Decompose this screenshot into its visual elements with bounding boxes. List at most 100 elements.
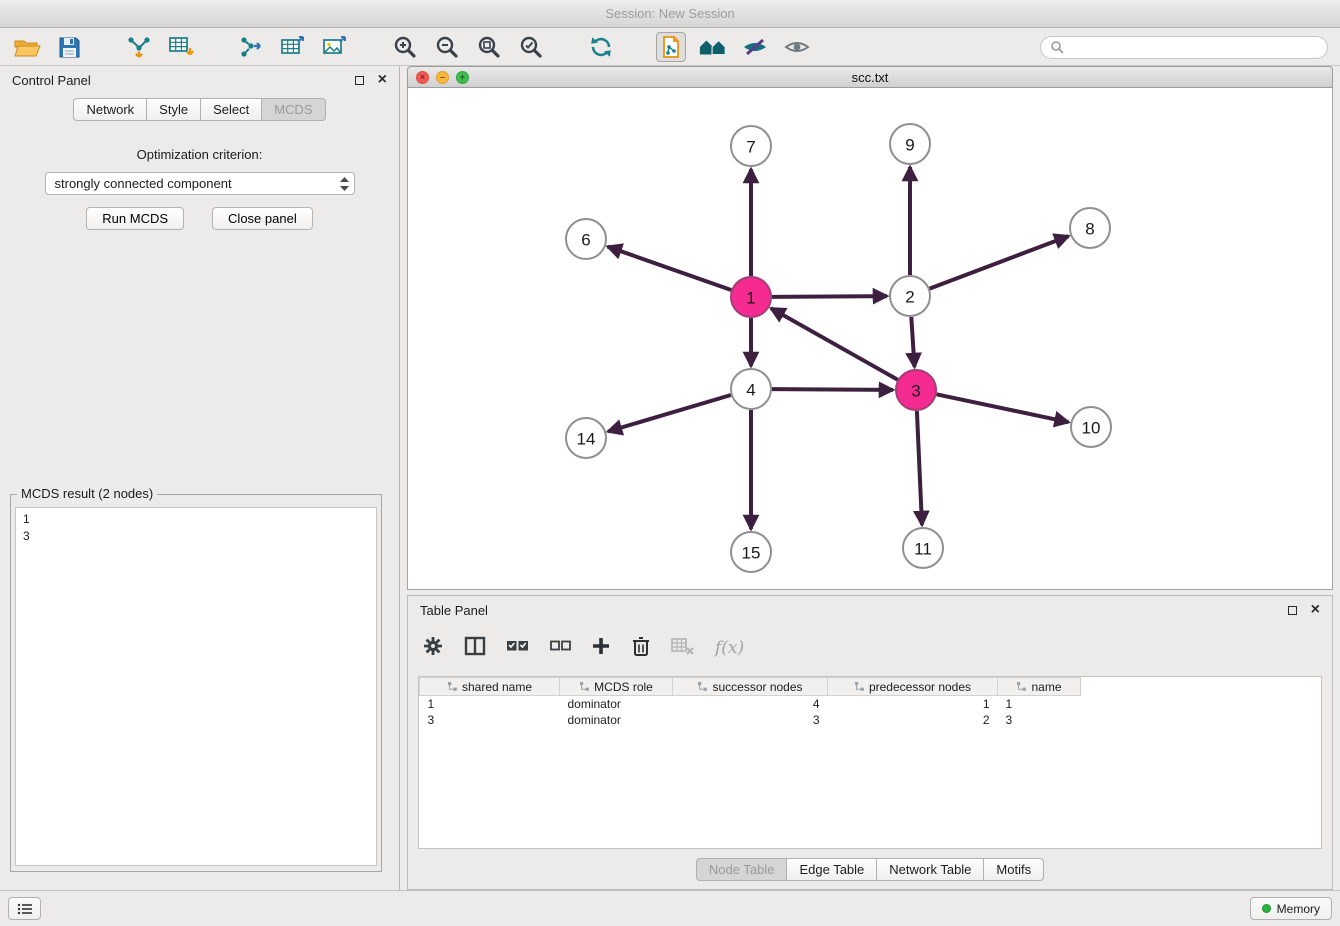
network-window-titlebar[interactable]: × – + scc.txt bbox=[407, 66, 1333, 88]
table-cell[interactable]: dominator bbox=[560, 696, 673, 713]
tab-edge-table[interactable]: Edge Table bbox=[786, 858, 877, 881]
graph-node-label-8: 8 bbox=[1085, 220, 1094, 239]
graph-edge-2-8[interactable] bbox=[930, 236, 1069, 289]
table-cell[interactable]: 3 bbox=[420, 712, 560, 728]
search-box[interactable] bbox=[1040, 36, 1328, 59]
main-toolbar bbox=[0, 29, 1340, 66]
graph-node-label-4: 4 bbox=[746, 381, 755, 400]
table-cell[interactable]: 1 bbox=[998, 696, 1081, 713]
table-cell[interactable]: 2 bbox=[828, 712, 998, 728]
table-cell[interactable]: 4 bbox=[673, 696, 828, 713]
table-cell[interactable]: 3 bbox=[673, 712, 828, 728]
tab-mcds[interactable]: MCDS bbox=[261, 98, 325, 121]
mcds-result-text[interactable]: 13 bbox=[15, 507, 377, 866]
unselect-all-columns-icon[interactable] bbox=[550, 639, 571, 657]
column-header-shared-name[interactable]: shared name bbox=[420, 678, 560, 696]
control-panel-title: Control Panel bbox=[12, 73, 91, 88]
close-window-icon[interactable]: × bbox=[416, 71, 429, 84]
open-folder-icon[interactable] bbox=[12, 32, 42, 62]
close-panel-icon[interactable]: × bbox=[378, 72, 387, 88]
table-cell[interactable]: dominator bbox=[560, 712, 673, 728]
control-panel-header: Control Panel × bbox=[0, 66, 399, 94]
close-panel-button[interactable]: Close panel bbox=[212, 207, 313, 230]
float-window-icon[interactable] bbox=[355, 76, 364, 85]
zoom-out-icon[interactable] bbox=[432, 32, 462, 62]
column-header-predecessor-nodes[interactable]: predecessor nodes bbox=[828, 678, 998, 696]
graph-edge-1-2[interactable] bbox=[772, 296, 887, 297]
search-input[interactable] bbox=[1070, 39, 1318, 55]
column-header-filler bbox=[1081, 678, 1322, 696]
graph-edge-3-10[interactable] bbox=[937, 394, 1069, 422]
control-panel: Control Panel × NetworkStyleSelectMCDS O… bbox=[0, 66, 400, 890]
column-header-MCDS-role[interactable]: MCDS role bbox=[560, 678, 673, 696]
tab-network[interactable]: Network bbox=[73, 98, 147, 121]
column-header-name[interactable]: name bbox=[998, 678, 1081, 696]
mcds-result-line: 3 bbox=[23, 528, 369, 545]
graph-edge-3-1[interactable] bbox=[771, 308, 898, 379]
zoom-selected-icon[interactable] bbox=[516, 32, 546, 62]
eye-icon[interactable] bbox=[782, 32, 812, 62]
tab-style[interactable]: Style bbox=[146, 98, 201, 121]
table-row[interactable]: 3dominator323 bbox=[420, 712, 1322, 728]
tab-motifs[interactable]: Motifs bbox=[983, 858, 1044, 881]
toggle-visibility-icon[interactable] bbox=[740, 32, 770, 62]
criterion-select-value: strongly connected component bbox=[55, 176, 232, 191]
column-header-successor-nodes[interactable]: successor nodes bbox=[673, 678, 828, 696]
table-cell-filler bbox=[1081, 712, 1322, 728]
run-mcds-button[interactable]: Run MCDS bbox=[86, 207, 184, 230]
table-row[interactable]: 1dominator411 bbox=[420, 696, 1322, 713]
save-icon[interactable] bbox=[54, 32, 84, 62]
tab-node-table[interactable]: Node Table bbox=[696, 858, 788, 881]
settings-gear-icon[interactable] bbox=[422, 635, 444, 662]
open-session-button[interactable] bbox=[656, 32, 686, 62]
select-all-columns-icon[interactable] bbox=[506, 639, 530, 658]
graph-edge-4-14[interactable] bbox=[608, 395, 731, 432]
graph-node-label-9: 9 bbox=[905, 136, 914, 155]
export-network-icon[interactable] bbox=[236, 32, 266, 62]
table-cell[interactable]: 3 bbox=[998, 712, 1081, 728]
tab-network-table[interactable]: Network Table bbox=[876, 858, 984, 881]
export-table-icon[interactable] bbox=[278, 32, 308, 62]
criterion-select[interactable]: strongly connected component bbox=[45, 172, 355, 195]
graph-edge-4-3[interactable] bbox=[772, 389, 893, 390]
task-history-button[interactable] bbox=[8, 897, 41, 920]
graph-edge-1-6[interactable] bbox=[608, 247, 732, 290]
table-panel-header: Table Panel × bbox=[408, 596, 1332, 624]
tab-select[interactable]: Select bbox=[200, 98, 262, 121]
minimize-window-icon[interactable]: – bbox=[436, 71, 449, 84]
mcds-result-line: 1 bbox=[23, 511, 369, 528]
node-table: shared nameMCDS rolesuccessor nodesprede… bbox=[418, 676, 1322, 849]
network-analyzer-icon[interactable] bbox=[698, 32, 728, 62]
graph-edge-3-11[interactable] bbox=[917, 411, 922, 525]
app-titlebar: Session: New Session bbox=[0, 0, 1340, 28]
delete-row-icon[interactable] bbox=[631, 635, 651, 662]
import-table-icon[interactable] bbox=[166, 32, 196, 62]
float-window-icon[interactable] bbox=[1288, 606, 1297, 615]
graph-node-label-10: 10 bbox=[1082, 419, 1101, 438]
close-panel-icon[interactable]: × bbox=[1311, 602, 1320, 618]
zoom-fit-icon[interactable] bbox=[474, 32, 504, 62]
network-window-title: scc.txt bbox=[852, 70, 889, 85]
node-table-body: 1dominator4113dominator323 bbox=[420, 696, 1322, 729]
table-cell[interactable]: 1 bbox=[828, 696, 998, 713]
export-image-icon[interactable] bbox=[320, 32, 350, 62]
graph-node-label-3: 3 bbox=[911, 382, 920, 401]
zoom-in-icon[interactable] bbox=[390, 32, 420, 62]
control-panel-tabs: NetworkStyleSelectMCDS bbox=[0, 98, 399, 121]
add-row-icon[interactable] bbox=[591, 636, 611, 661]
memory-button[interactable]: Memory bbox=[1250, 897, 1332, 920]
apply-layout-icon[interactable] bbox=[586, 32, 616, 62]
graph-node-label-2: 2 bbox=[905, 288, 914, 307]
show-columns-icon[interactable] bbox=[464, 636, 486, 661]
graph-edge-2-3[interactable] bbox=[911, 317, 914, 367]
table-panel-tabs: Node TableEdge TableNetwork TableMotifs bbox=[408, 858, 1332, 881]
search-icon bbox=[1050, 40, 1064, 54]
list-icon bbox=[17, 903, 33, 915]
network-canvas[interactable]: 7968124314101511 bbox=[407, 88, 1333, 590]
table-panel-title: Table Panel bbox=[420, 603, 488, 618]
zoom-window-icon[interactable]: + bbox=[456, 71, 469, 84]
mcds-result-title: MCDS result (2 nodes) bbox=[17, 486, 157, 501]
table-cell[interactable]: 1 bbox=[420, 696, 560, 713]
graph-node-label-11: 11 bbox=[914, 540, 932, 559]
import-network-icon[interactable] bbox=[124, 32, 154, 62]
